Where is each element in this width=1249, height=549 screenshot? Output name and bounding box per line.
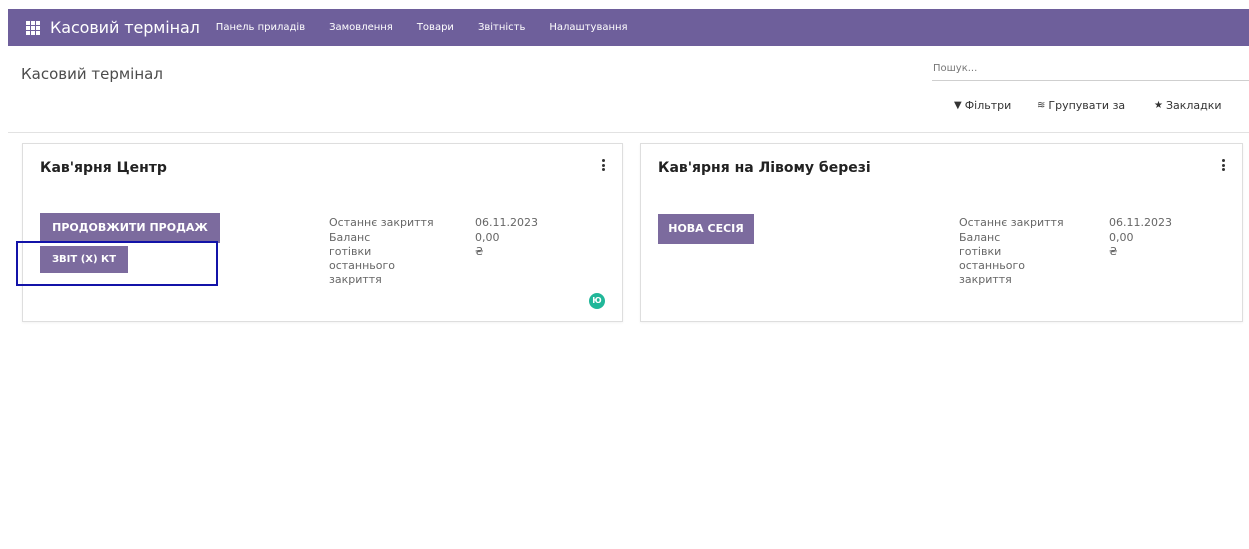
balance-label: Баланс готівки останнього закриття (329, 231, 396, 286)
menu-item-orders[interactable]: Замовлення (329, 22, 393, 33)
last-closing-label: Останнє закриття (329, 216, 434, 229)
filters-button[interactable]: ▼ Фільтри (954, 99, 1011, 112)
control-panel: Касовий термінал ▼ Фільтри ≋ Групувати з… (8, 46, 1249, 133)
user-avatar[interactable]: Ю (589, 293, 605, 309)
group-by-label: Групувати за (1048, 99, 1126, 112)
top-navbar: Касовий термінал Панель приладів Замовле… (8, 9, 1249, 46)
kebab-menu-icon[interactable] (1222, 159, 1226, 171)
pos-config-card: Кав'ярня на Лівому березі НОВА СЕСІЯ Ост… (640, 143, 1243, 322)
favorites-button[interactable]: ★ Закладки (1154, 99, 1222, 112)
app-title[interactable]: Касовий термінал (50, 18, 200, 37)
favorites-label: Закладки (1165, 99, 1222, 112)
balance-value: 0,00 ₴ (1109, 231, 1134, 258)
breadcrumb: Касовий термінал (21, 65, 163, 83)
balance-value: 0,00 ₴ (475, 231, 500, 258)
card-title: Кав'ярня Центр (40, 160, 167, 176)
card-title: Кав'ярня на Лівому березі (658, 160, 871, 176)
filters-label: Фільтри (964, 99, 1012, 112)
last-closing-value: 06.11.2023 (475, 216, 538, 229)
new-session-button[interactable]: НОВА СЕСІЯ (658, 214, 754, 244)
last-closing-label: Останнє закриття (959, 216, 1064, 229)
star-icon: ★ (1154, 100, 1163, 111)
filter-icon: ▼ (954, 100, 962, 111)
x-report-button[interactable]: ЗВІТ (Х) КТ (40, 246, 128, 273)
kebab-menu-icon[interactable] (602, 159, 606, 171)
main-menu: Панель приладів Замовлення Товари Звітні… (216, 22, 652, 33)
menu-item-products[interactable]: Товари (417, 22, 454, 33)
balance-label: Баланс готівки останнього закриття (959, 231, 1026, 286)
continue-selling-button[interactable]: ПРОДОВЖИТИ ПРОДАЖ (40, 213, 220, 243)
last-closing-value: 06.11.2023 (1109, 216, 1172, 229)
pos-config-card: Кав'ярня Центр ПРОДОВЖИТИ ПРОДАЖ ЗВІТ (Х… (22, 143, 623, 322)
group-by-button[interactable]: ≋ Групувати за (1037, 99, 1125, 112)
layers-icon: ≋ (1037, 100, 1046, 111)
search-input[interactable] (932, 57, 1249, 81)
menu-item-reporting[interactable]: Звітність (478, 22, 525, 33)
apps-grid-icon[interactable] (26, 20, 40, 35)
menu-item-dashboard[interactable]: Панель приладів (216, 22, 305, 33)
menu-item-settings[interactable]: Налаштування (549, 22, 627, 33)
